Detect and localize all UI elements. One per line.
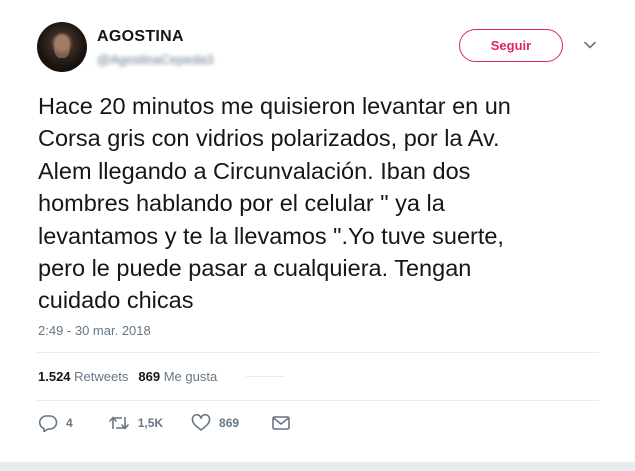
tweet-stats: 1.524 Retweets 869 Me gusta xyxy=(38,369,227,384)
retweet-icon xyxy=(108,414,130,432)
message-icon xyxy=(271,415,291,431)
heart-icon xyxy=(191,414,211,432)
tweet-card: AGOSTINA @AgostinaCepeda3 Seguir Hace 20… xyxy=(0,0,635,462)
direct-message-button[interactable] xyxy=(271,415,291,431)
divider xyxy=(37,352,599,353)
likers-strip xyxy=(246,376,284,377)
retweets-label: Retweets xyxy=(74,369,129,384)
chevron-down-icon[interactable] xyxy=(583,40,597,50)
tweet-timestamp[interactable]: 2:49 - 30 mar. 2018 xyxy=(38,323,151,338)
footer-bar xyxy=(0,462,635,471)
retweets-count: 1.524 xyxy=(38,369,71,384)
divider xyxy=(37,400,599,401)
like-count: 869 xyxy=(219,416,240,430)
likes-stat[interactable]: 869 Me gusta xyxy=(138,369,217,384)
user-handle[interactable]: @AgostinaCepeda3 xyxy=(97,52,214,67)
user-display-name[interactable]: AGOSTINA xyxy=(97,28,184,46)
retweets-stat[interactable]: 1.524 Retweets xyxy=(38,369,128,384)
avatar[interactable] xyxy=(37,22,87,72)
follow-button[interactable]: Seguir xyxy=(459,29,563,62)
tweet-text: Hace 20 minutos me quisieron levantar en… xyxy=(38,93,511,314)
reply-icon xyxy=(38,414,58,432)
tweet-actions: 4 1,5K 869 xyxy=(38,412,291,434)
like-button[interactable]: 869 xyxy=(191,414,239,432)
reply-button[interactable]: 4 xyxy=(38,414,73,432)
retweet-button[interactable]: 1,5K xyxy=(108,414,163,432)
retweet-count: 1,5K xyxy=(137,416,164,430)
likes-label: Me gusta xyxy=(163,369,218,384)
likes-count: 869 xyxy=(138,369,161,384)
reply-count: 4 xyxy=(66,416,73,430)
